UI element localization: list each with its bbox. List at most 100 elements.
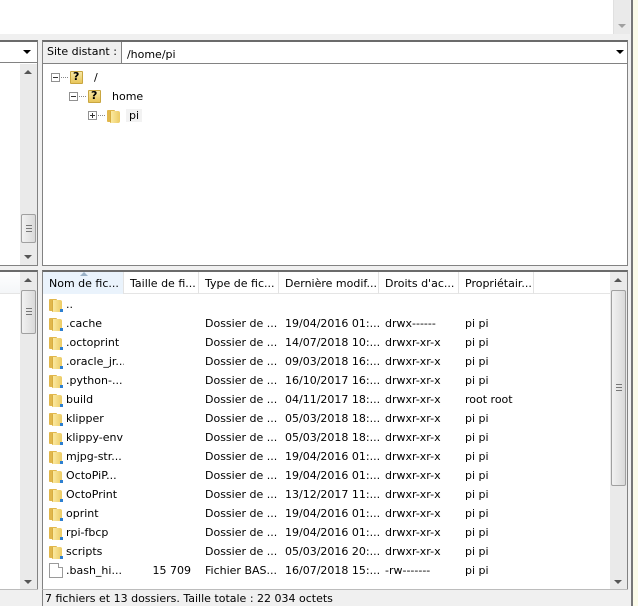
file-name-cell: OctoPiP... <box>43 469 124 483</box>
file-row[interactable]: oprint Dossier de ... 19/04/2016 01:... drw… <box>43 504 611 523</box>
file-row[interactable]: .. <box>43 295 611 314</box>
column-header-size[interactable]: Taille de fi... <box>124 272 199 294</box>
file-row[interactable]: .python-... Dossier de ... 16/10/2017 16:.… <box>43 371 611 390</box>
message-log-scrollbar[interactable] <box>613 0 630 34</box>
file-name: .oracle_jr... <box>66 355 124 368</box>
column-header-type[interactable]: Type de fic... <box>199 272 279 294</box>
file-modified: 19/04/2016 01:... <box>285 526 379 539</box>
remote-file-list: Nom de fic... Taille de fi... Type de fi… <box>42 270 628 590</box>
tree-node-root[interactable]: ? / <box>43 68 627 87</box>
file-name-cell: klipper <box>43 412 124 426</box>
file-name: OctoPiP... <box>66 469 117 482</box>
file-row[interactable]: klipper Dossier de ... 05/03/2018 18:... dr… <box>43 409 611 428</box>
file-type: Dossier de ... <box>205 488 278 501</box>
scroll-down-icon[interactable] <box>24 255 32 259</box>
tree-node-pi[interactable]: pi <box>43 106 627 125</box>
file-owner: pi pi <box>465 374 489 387</box>
local-tree-scrollbar[interactable] <box>20 64 37 265</box>
file-owner: pi pi <box>465 564 489 577</box>
unknown-folder-icon: ? <box>87 89 103 104</box>
file-modified: 16/10/2017 16:... <box>285 374 379 387</box>
scroll-down-icon[interactable] <box>618 24 626 28</box>
scroll-down-icon[interactable] <box>24 580 32 584</box>
folder-icon <box>48 545 64 559</box>
file-name-cell: oprint <box>43 507 124 521</box>
chevron-down-icon[interactable] <box>23 50 31 54</box>
file-type: Dossier de ... <box>205 431 278 444</box>
file-owner: pi pi <box>465 412 489 425</box>
file-type: Dossier de ... <box>205 507 278 520</box>
file-row[interactable]: build Dossier de ... 04/11/2017 18:... drwx… <box>43 390 611 409</box>
tree-node-label[interactable]: / <box>91 71 101 84</box>
window-edge <box>631 0 638 606</box>
scrollbar-thumb[interactable] <box>21 290 36 334</box>
column-header-name[interactable]: Nom de fic... <box>43 272 124 294</box>
scroll-up-icon[interactable] <box>614 278 622 282</box>
folder-icon <box>48 393 64 407</box>
column-header-owner[interactable]: Propriétair... <box>459 272 534 294</box>
file-name: klipper <box>66 412 104 425</box>
file-row[interactable]: OctoPrint Dossier de ... 13/12/2017 11:...… <box>43 485 611 504</box>
column-header-permissions[interactable]: Droits d'ac... <box>379 272 459 294</box>
chevron-down-icon[interactable] <box>616 50 624 54</box>
file-owner: pi pi <box>465 355 489 368</box>
file-modified: 04/11/2017 18:... <box>285 393 379 406</box>
file-owner: pi pi <box>465 545 489 558</box>
column-header-modified[interactable]: Dernière modif... <box>279 272 379 294</box>
scroll-up-icon[interactable] <box>24 278 32 282</box>
file-modified: 14/07/2018 10:... <box>285 336 379 349</box>
file-row[interactable]: .bash_hi... 15 709 Fichier BAS... 16/07/201… <box>43 561 611 580</box>
file-size: 15 709 <box>152 564 192 577</box>
expand-icon[interactable] <box>88 111 97 120</box>
tree-node-home[interactable]: ? home <box>43 87 627 106</box>
collapse-icon[interactable] <box>51 73 60 82</box>
file-owner: pi pi <box>465 336 489 349</box>
file-type: Dossier de ... <box>205 393 278 406</box>
file-row[interactable]: klippy-env Dossier de ... 05/03/2018 18:..… <box>43 428 611 447</box>
file-row[interactable]: .cache Dossier de ... 19/04/2016 01:... drw… <box>43 314 611 333</box>
local-list-scrollbar[interactable] <box>20 272 37 590</box>
file-permissions: drwxr-xr-x <box>385 488 441 501</box>
folder-icon <box>106 109 122 123</box>
remote-path-input[interactable] <box>121 42 627 63</box>
file-type: Dossier de ... <box>205 317 278 330</box>
collapse-icon[interactable] <box>69 92 78 101</box>
file-permissions: drwxr-xr-x <box>385 469 441 482</box>
file-permissions: drwxr-xr-x <box>385 507 441 520</box>
file-row[interactable]: .octoprint Dossier de ... 14/07/2018 10:..… <box>43 333 611 352</box>
file-row[interactable]: .oracle_jr... Dossier de ... 09/03/2018 16… <box>43 352 611 371</box>
remote-list-scrollbar[interactable] <box>610 272 627 590</box>
file-rows: .. .cache Dossier de ... 19/04/2016 01:... d… <box>43 295 611 580</box>
file-type: Fichier BAS... <box>205 564 277 577</box>
file-owner: root root <box>465 393 513 406</box>
file-modified: 19/04/2016 01:... <box>285 450 379 463</box>
file-name: oprint <box>66 507 99 520</box>
scrollbar-thumb[interactable] <box>21 214 36 243</box>
tree-node-label[interactable]: home <box>109 90 146 103</box>
file-type: Dossier de ... <box>205 469 278 482</box>
scroll-down-icon[interactable] <box>614 580 622 584</box>
file-permissions: drwxr-xr-x <box>385 526 441 539</box>
tree-node-label[interactable]: pi <box>126 109 143 122</box>
remote-tree-pane: Site distant : ? / ? home pi <box>42 40 628 266</box>
file-permissions: drwxr-xr-x <box>385 374 441 387</box>
file-owner: pi pi <box>465 450 489 463</box>
folder-icon <box>48 488 64 502</box>
scrollbar-thumb[interactable] <box>611 290 626 486</box>
remote-status-bar: 7 fichiers et 13 dossiers. Taille totale… <box>42 589 628 606</box>
file-row[interactable]: scripts Dossier de ... 05/03/2016 20:... dr… <box>43 542 611 561</box>
file-row[interactable]: rpi-fbcp Dossier de ... 19/04/2016 01:... d… <box>43 523 611 542</box>
file-name-cell: .oracle_jr... <box>43 355 124 369</box>
scroll-up-icon[interactable] <box>24 70 32 74</box>
local-status-bar <box>0 589 38 606</box>
local-address-bar[interactable] <box>0 42 37 63</box>
file-name: OctoPrint <box>66 488 118 501</box>
file-row[interactable]: OctoPiP... Dossier de ... 19/04/2016 01:..… <box>43 466 611 485</box>
file-permissions: drwxr-xr-x <box>385 545 441 558</box>
folder-icon <box>48 317 64 331</box>
file-row[interactable]: mjpg-str... Dossier de ... 19/04/2016 01:.… <box>43 447 611 466</box>
folder-icon <box>48 374 64 388</box>
file-modified: 19/04/2016 01:... <box>285 469 379 482</box>
file-name: mjpg-str... <box>66 450 122 463</box>
file-name: .python-... <box>66 374 123 387</box>
